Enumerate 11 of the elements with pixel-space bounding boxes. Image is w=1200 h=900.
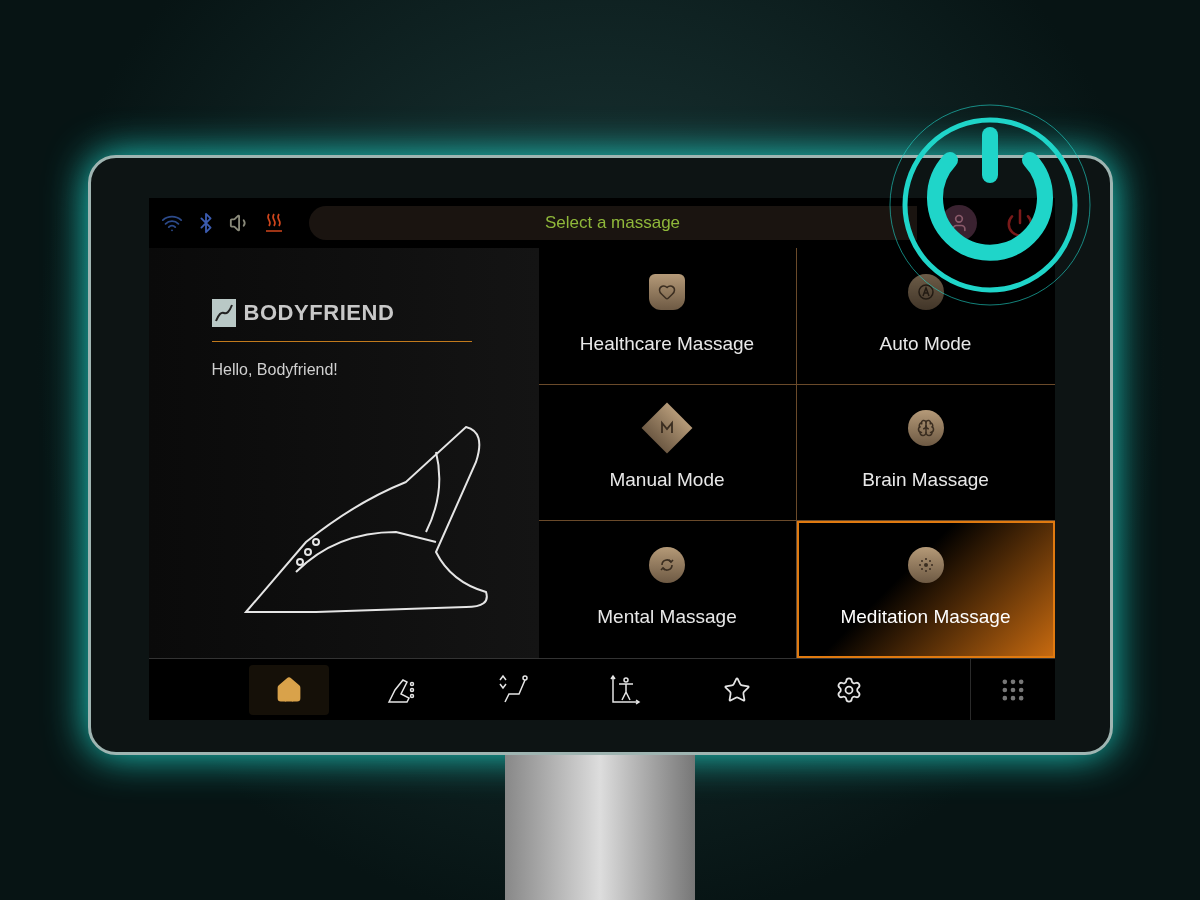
auto-mode-icon xyxy=(907,273,944,310)
massage-tile[interactable]: Healthcare Massage xyxy=(538,248,797,385)
brand-name: BODYFRIEND xyxy=(243,299,395,327)
nav-button[interactable] xyxy=(248,664,329,715)
greeting-text: Hello, Bodyfriend! xyxy=(211,360,339,380)
body-measure-icon xyxy=(608,673,641,706)
logo-icon xyxy=(211,298,236,327)
star-icon xyxy=(722,675,751,704)
massage-tile[interactable]: Manual Mode xyxy=(538,384,797,522)
title-text: Select a massage xyxy=(544,212,681,235)
massage-tile[interactable]: Meditation Massage xyxy=(796,521,1055,658)
